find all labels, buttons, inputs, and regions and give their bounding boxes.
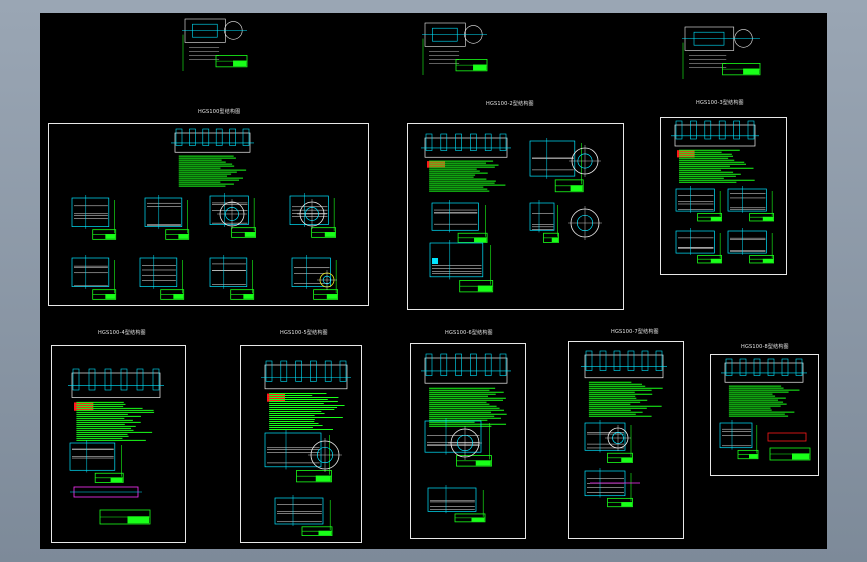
assembly-part — [152, 368, 160, 391]
assembly-part — [280, 360, 288, 382]
assembly-part — [88, 368, 96, 391]
thumb-outline — [684, 26, 735, 51]
assembly-part — [499, 353, 507, 376]
part-outline — [675, 188, 715, 212]
part-outline — [675, 230, 715, 254]
part-outline — [529, 202, 555, 231]
assembly-part — [718, 120, 726, 140]
assembly-part — [425, 353, 433, 376]
cad-model-space[interactable]: HGS100型结构图 HGS100-2型结构图 HGS100-3型结构图 HGS… — [40, 13, 827, 549]
thumb-outline — [184, 18, 226, 43]
thumb-outline — [424, 22, 466, 47]
assembly-outline — [71, 372, 161, 398]
thumb-part — [192, 23, 218, 38]
part-outline — [727, 230, 767, 254]
thumb-part — [693, 31, 725, 46]
assembly-part — [675, 120, 683, 140]
part-outline — [71, 197, 110, 227]
part-outline — [291, 257, 331, 287]
assembly-part — [324, 360, 332, 382]
assembly-part — [704, 120, 712, 140]
part-outline — [584, 422, 626, 451]
marker — [432, 258, 438, 264]
assembly-part — [690, 120, 697, 140]
assembly-part — [104, 368, 112, 391]
assembly-outline — [264, 364, 348, 390]
assembly-outline — [584, 354, 664, 379]
part-outline — [209, 257, 248, 287]
assembly-part — [339, 360, 347, 382]
thumb-part — [432, 27, 458, 42]
assembly-part — [136, 368, 144, 391]
part-outline — [274, 497, 324, 525]
part-outline — [69, 442, 116, 471]
title-block-fill — [127, 516, 149, 524]
assembly-part — [120, 368, 128, 391]
assembly-part — [310, 360, 317, 382]
assembly-part — [470, 353, 477, 376]
assembly-outline — [424, 357, 508, 384]
assembly-part — [265, 360, 273, 382]
assembly-part — [747, 120, 755, 140]
part-outline — [71, 257, 110, 287]
part-outline — [139, 257, 178, 287]
assembly-part — [585, 350, 593, 371]
drawing-content — [68, 18, 811, 536]
assembly-part — [295, 360, 302, 382]
assembly-part — [733, 120, 740, 140]
assembly-part — [484, 353, 492, 376]
assembly-part — [655, 350, 663, 371]
assembly-part — [599, 350, 607, 371]
part-outline — [431, 202, 479, 231]
part-outline — [424, 420, 482, 453]
red-part — [767, 432, 807, 442]
part-outline — [144, 197, 183, 227]
part-outline — [427, 487, 477, 512]
assembly-part — [641, 350, 649, 371]
assembly-part — [627, 350, 635, 371]
assembly-part — [72, 368, 80, 391]
assembly-part — [613, 350, 621, 371]
assembly-part — [455, 353, 462, 376]
assembly-part — [440, 353, 448, 376]
